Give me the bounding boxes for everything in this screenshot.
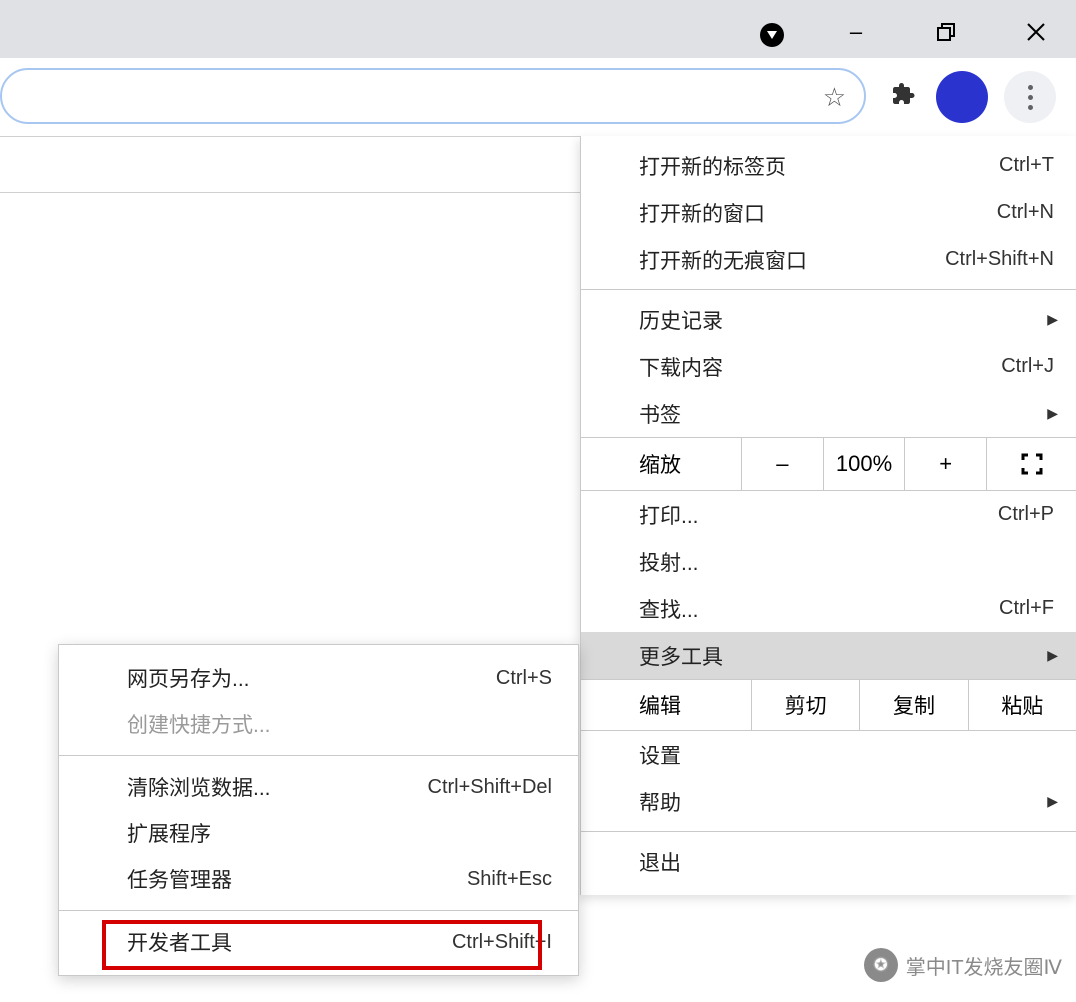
menu-separator [581,289,1076,290]
submenu-separator [59,910,578,911]
fullscreen-icon [1021,453,1043,475]
menu-settings[interactable]: 设置 [581,731,1076,778]
submenu-task-manager[interactable]: 任务管理器Shift+Esc [59,856,578,902]
divider [0,136,580,137]
chevron-right-icon: ▶ [1047,793,1058,810]
more-tools-submenu: 网页另存为...Ctrl+S 创建快捷方式... 清除浏览数据...Ctrl+S… [58,644,579,976]
submenu-create-shortcut: 创建快捷方式... [59,701,578,747]
menu-history[interactable]: 历史记录▶ [581,296,1076,343]
menu-help[interactable]: 帮助▶ [581,778,1076,825]
submenu-dev-tools[interactable]: 开发者工具Ctrl+Shift+I [59,919,578,965]
menu-edit-row: 编辑 剪切 复制 粘贴 [581,679,1076,731]
tab-dropdown-icon[interactable] [760,23,784,47]
fullscreen-button[interactable] [986,438,1076,490]
menu-exit[interactable]: 退出 [581,838,1076,885]
close-icon [1026,22,1046,42]
menu-new-tab[interactable]: 打开新的标签页Ctrl+T [581,142,1076,189]
chevron-right-icon: ▶ [1047,647,1058,664]
edit-cut-button[interactable]: 剪切 [751,680,859,730]
menu-incognito[interactable]: 打开新的无痕窗口Ctrl+Shift+N [581,236,1076,283]
address-bar[interactable]: ☆ [0,68,866,124]
zoom-in-button[interactable]: + [904,438,986,490]
window-close-button[interactable] [1006,12,1066,52]
menu-print[interactable]: 打印...Ctrl+P [581,491,1076,538]
window-titlebar: – [0,0,1076,58]
edit-paste-button[interactable]: 粘贴 [968,680,1076,730]
submenu-save-as[interactable]: 网页另存为...Ctrl+S [59,655,578,701]
wechat-icon: ✪ [864,948,898,982]
window-maximize-button[interactable] [916,12,976,52]
profile-avatar[interactable] [936,71,988,123]
edit-copy-button[interactable]: 复制 [859,680,967,730]
menu-find[interactable]: 查找...Ctrl+F [581,585,1076,632]
menu-zoom-row: 缩放 – 100% + [581,437,1076,491]
zoom-value: 100% [823,438,905,490]
minimize-icon: – [850,19,862,45]
submenu-clear-data[interactable]: 清除浏览数据...Ctrl+Shift+Del [59,764,578,810]
chevron-right-icon: ▶ [1047,311,1058,328]
chevron-right-icon: ▶ [1047,405,1058,422]
submenu-separator [59,755,578,756]
zoom-out-button[interactable]: – [741,438,823,490]
edit-label: 编辑 [581,690,751,720]
menu-cast[interactable]: 投射... [581,538,1076,585]
watermark-text: 掌中IT发烧友圈Ⅳ [906,951,1062,980]
window-minimize-button[interactable]: – [826,12,886,52]
extensions-icon[interactable] [892,82,916,113]
menu-downloads[interactable]: 下载内容Ctrl+J [581,343,1076,390]
menu-more-tools[interactable]: 更多工具▶ [581,632,1076,679]
zoom-label: 缩放 [581,449,741,479]
browser-toolbar: ☆ [0,58,1076,134]
submenu-extensions[interactable]: 扩展程序 [59,810,578,856]
menu-bookmarks[interactable]: 书签▶ [581,390,1076,437]
main-menu-button[interactable] [1004,71,1056,123]
main-menu: 打开新的标签页Ctrl+T 打开新的窗口Ctrl+N 打开新的无痕窗口Ctrl+… [580,136,1076,895]
bookmark-star-icon[interactable]: ☆ [823,82,846,113]
maximize-icon [936,22,956,42]
watermark: ✪ 掌中IT发烧友圈Ⅳ [864,948,1062,982]
divider [0,192,580,193]
menu-separator [581,831,1076,832]
menu-new-window[interactable]: 打开新的窗口Ctrl+N [581,189,1076,236]
